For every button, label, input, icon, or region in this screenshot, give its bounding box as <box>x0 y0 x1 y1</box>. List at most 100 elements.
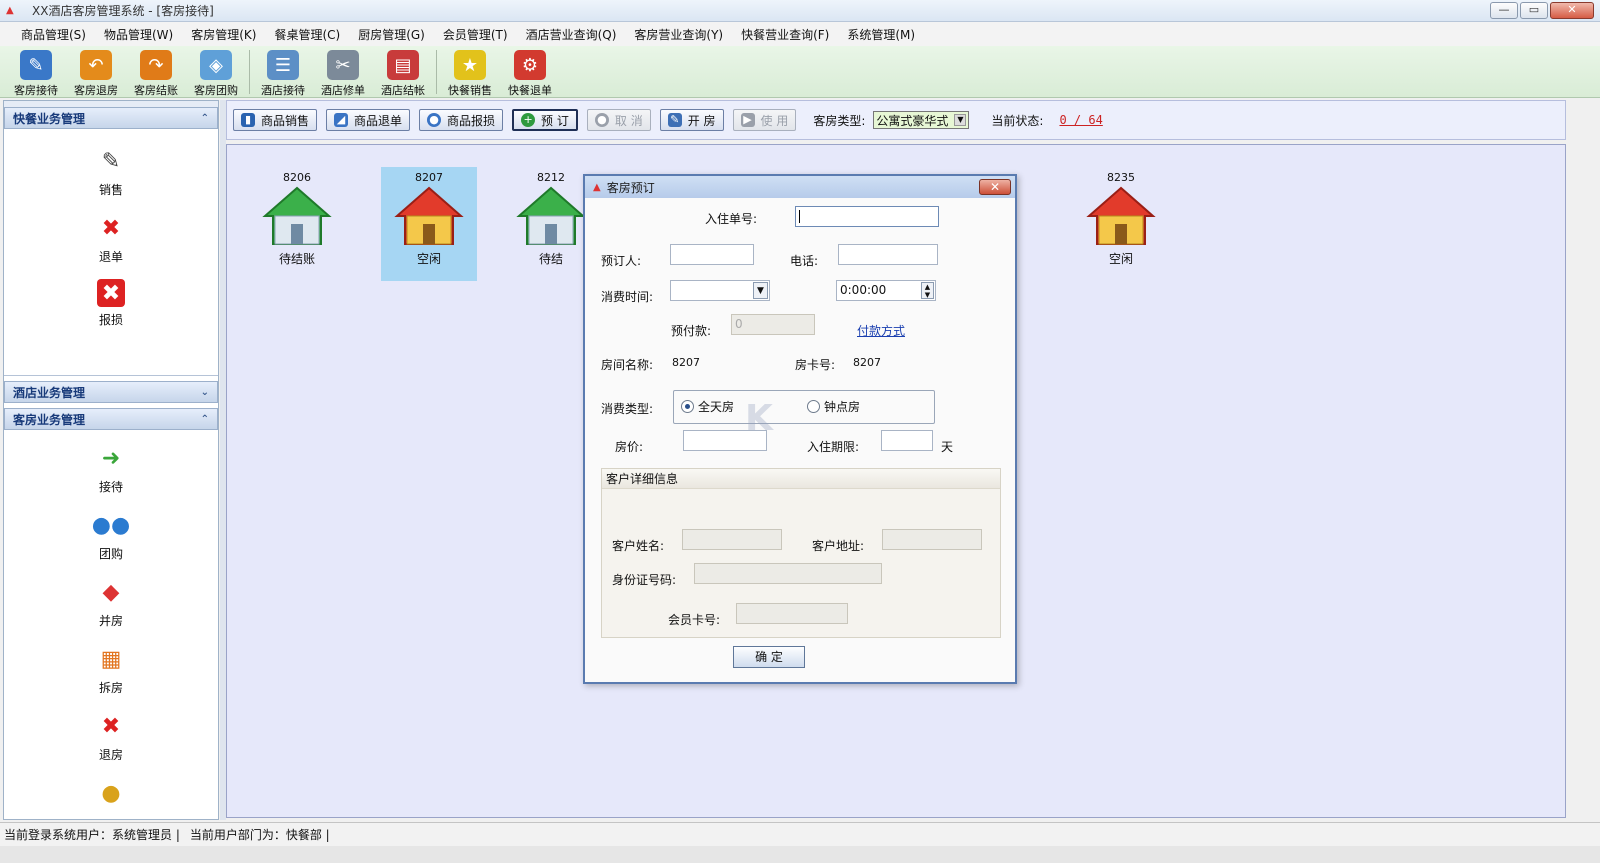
panel-title: 客房业务管理 <box>13 412 86 427</box>
menu-room-query[interactable]: 客房营业查询(Y) <box>625 26 732 43</box>
menu-fastfood-query[interactable]: 快餐营业查询(F) <box>732 26 838 43</box>
booker-label: 预订人: <box>601 254 642 268</box>
toolbar-hotel-settle[interactable]: ▤ 酒店结帐 <box>373 46 433 98</box>
nav-reception[interactable]: ➜ 接待 <box>4 442 218 495</box>
menu-items[interactable]: 物品管理(W) <box>95 26 182 43</box>
goods-sale-button[interactable]: ▮ 商品销售 <box>233 109 318 131</box>
nav-checkout[interactable]: ✖ 退房 <box>4 710 218 763</box>
nav-refund[interactable]: ✖ 退单 <box>4 212 218 265</box>
nav-sale[interactable]: ✎ 销售 <box>4 145 218 198</box>
goods-damage-button[interactable]: ● 商品报损 <box>419 109 504 131</box>
status-count-link[interactable]: 0 / 64 <box>1059 113 1102 127</box>
nav-settle[interactable]: ●结账 <box>4 777 218 810</box>
damage-icon: ● <box>427 113 442 127</box>
room-status: 待结账 <box>278 252 315 266</box>
pencil-icon: ✎ <box>20 50 52 80</box>
pay-method-link[interactable]: 付款方式 <box>857 322 905 339</box>
toolbar-room-reception[interactable]: ✎ 客房接待 <box>6 46 66 98</box>
room-number: 8235 <box>1107 171 1135 184</box>
nav-damage[interactable]: ✖ 报损 <box>4 279 218 328</box>
dialog-title-bar: ▲ 客房预订 ✕ <box>585 176 1015 198</box>
toolbar-label: 酒店修单 <box>321 84 365 97</box>
reserve-button[interactable]: + 预 订 <box>512 109 578 131</box>
menu-hotel-query[interactable]: 酒店营业查询(Q) <box>517 26 626 43</box>
restore-button[interactable]: ▭ <box>1520 2 1548 19</box>
toolbar-label: 快餐退单 <box>508 84 552 97</box>
goods-refund-button[interactable]: ◢ 商品退单 <box>326 109 411 131</box>
nav-group[interactable]: ●● 团购 <box>4 509 218 562</box>
stay-limit-input[interactable] <box>881 430 933 451</box>
menu-members[interactable]: 会员管理(T) <box>434 26 517 43</box>
checkin-no-label: 入住单号: <box>705 212 758 226</box>
member-card-input[interactable] <box>736 603 848 624</box>
menu-tables[interactable]: 餐桌管理(C) <box>265 26 349 43</box>
status-user: 当前登录系统用户：系统管理员 | <box>4 828 180 842</box>
customer-address-input[interactable] <box>882 529 982 550</box>
toolbar-room-settle[interactable]: ↷ 客房结账 <box>126 46 186 98</box>
room-card-label: 房卡号: <box>795 358 836 372</box>
split-tree-icon: ▦ <box>100 646 122 672</box>
chevron-down-icon: ▼ <box>753 282 768 299</box>
panel-hotel-header[interactable]: 酒店业务管理 ⌄ <box>4 381 218 403</box>
prepay-input[interactable]: 0 <box>731 314 815 335</box>
sale-icon: ▮ <box>241 113 255 127</box>
checkin-no-input[interactable] <box>795 206 939 227</box>
use-button[interactable]: ▶ 使 用 <box>732 109 797 131</box>
radio-label: 钟点房 <box>824 400 861 414</box>
dialog-close-button[interactable]: ✕ <box>979 179 1011 195</box>
toolbar-fastfood-sale[interactable]: ★ 快餐销售 <box>440 46 500 98</box>
radio-hourly[interactable]: 钟点房 <box>807 398 860 415</box>
toolbar-fastfood-refund[interactable]: ⚙ 快餐退单 <box>500 46 560 98</box>
price-input[interactable] <box>683 430 767 451</box>
radio-label: 全天房 <box>698 400 735 414</box>
phone-input[interactable] <box>838 244 938 265</box>
day-unit: 天 <box>941 440 954 454</box>
radio-fullday[interactable]: 全天房 <box>681 398 734 415</box>
nav-label: 销售 <box>98 183 123 197</box>
room-type-select[interactable]: 公寓式豪华式 ▼ <box>873 111 970 129</box>
customer-detail-section: 客户详细信息 客户姓名: 客户地址: 身份证号码: 会员卡号: <box>601 468 1001 638</box>
time-spinner[interactable]: 0:00:00 ▲ ▼ <box>836 280 936 301</box>
toolbar-room-checkout[interactable]: ↶ 客房退房 <box>66 46 126 98</box>
room-number: 8212 <box>537 171 565 184</box>
room-tile-selected[interactable]: 8207 空闲 <box>381 167 477 281</box>
open-room-button[interactable]: ✎ 开 房 <box>659 109 724 131</box>
button-label: 取 消 <box>614 113 643 128</box>
room-number: 8206 <box>283 171 311 184</box>
confirm-button[interactable]: 确 定 <box>733 646 805 668</box>
stay-limit-label: 入住期限: <box>807 440 860 454</box>
cancel-button[interactable]: ● 取 消 <box>586 109 651 131</box>
nav-merge[interactable]: ◆ 并房 <box>4 576 218 629</box>
status-label: 当前状态: <box>991 113 1044 128</box>
room-tile[interactable]: 8206 待结账 <box>249 167 345 281</box>
date-picker[interactable]: ▼ <box>670 280 770 301</box>
toolbar-room-group[interactable]: ◈ 客房团购 <box>186 46 246 98</box>
house-green-icon <box>516 186 586 245</box>
close-button[interactable]: ✕ <box>1550 2 1594 19</box>
panel-fastfood-header[interactable]: 快餐业务管理 ⌃ <box>4 107 218 129</box>
time-value: 0:00:00 <box>840 283 887 297</box>
menu-bar: 商品管理(S) 物品管理(W) 客房管理(K) 餐桌管理(C) 厨房管理(G) … <box>0 22 1600 46</box>
menu-rooms[interactable]: 客房管理(K) <box>182 26 265 43</box>
panel-rooms-header[interactable]: 客房业务管理 ⌃ <box>4 408 218 430</box>
house-green-icon <box>262 186 332 245</box>
price-label: 房价: <box>615 440 644 454</box>
menu-kitchen[interactable]: 厨房管理(G) <box>349 26 434 43</box>
menu-goods[interactable]: 商品管理(S) <box>12 26 95 43</box>
delete-doc-icon: ✖ <box>101 215 121 241</box>
house-red-icon <box>394 186 464 245</box>
booker-input[interactable] <box>670 244 754 265</box>
customer-name-input[interactable] <box>682 529 782 550</box>
chevron-up-icon: ⌃ <box>200 112 209 124</box>
button-label: 商品退单 <box>354 113 403 128</box>
nav-label: 退房 <box>98 748 123 762</box>
room-tile[interactable]: 8235 空闲 <box>1073 167 1169 281</box>
edit-icon: ✎ <box>101 148 121 174</box>
menu-system[interactable]: 系统管理(M) <box>838 26 924 43</box>
id-number-input[interactable] <box>694 563 882 584</box>
minimize-button[interactable]: — <box>1490 2 1518 19</box>
cancel-icon: ● <box>594 113 609 127</box>
nav-split[interactable]: ▦ 拆房 <box>4 643 218 696</box>
toolbar-hotel-reception[interactable]: ☰ 酒店接待 <box>253 46 313 98</box>
toolbar-hotel-edit[interactable]: ✂ 酒店修单 <box>313 46 373 98</box>
